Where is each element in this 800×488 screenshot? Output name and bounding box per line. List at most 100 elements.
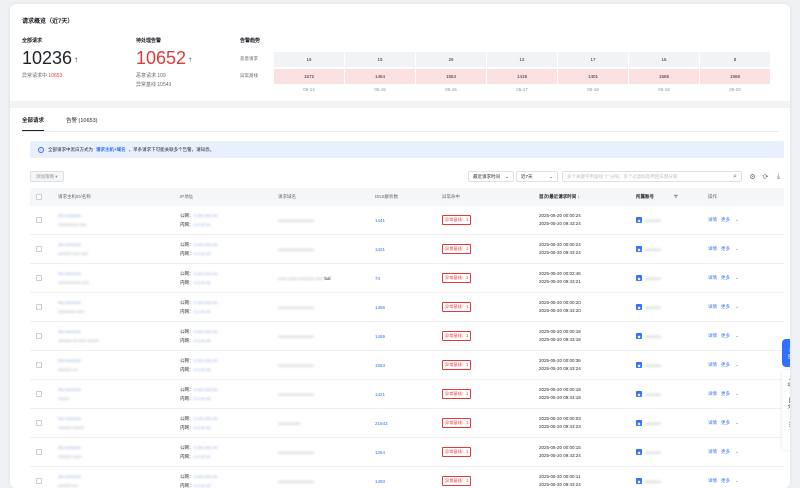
dns-count[interactable]: 1421	[369, 247, 436, 252]
dns-count[interactable]: 1493	[369, 479, 436, 484]
host-cell: ins-xxxxxxx xxxxxx-xx-xxx-xxxxx	[52, 327, 174, 345]
table-row[interactable]: ins-xxxxxxx xxxxxx-xxx-xxx 公网：x.xxx.xxx.xx…	[30, 235, 784, 264]
tab-all-requests[interactable]: 全部请求	[22, 116, 45, 131]
host-id-link[interactable]: ins-xxxxxxx	[58, 385, 81, 394]
chevron-down-icon: ⌄	[735, 478, 740, 483]
pending-alarms-value: 10652 ↑	[136, 48, 192, 69]
row-checkbox-cell	[30, 246, 52, 252]
detail-link[interactable]: 详情	[708, 362, 717, 367]
table-row[interactable]: ins-xxxxxxx xxxxxx-xx 公网：x.xxx.xxx.xx 内网：x.…	[30, 351, 784, 380]
host-id-link[interactable]: ins-xxxxxxx	[58, 443, 81, 452]
ip-cell: 公网：x.xxx.xxx.xx 内网：x.x.xx.xx	[174, 269, 272, 287]
host-id-link[interactable]: ins-xxxxxxx	[58, 211, 81, 220]
more-menu[interactable]: 更多 ⌄	[721, 391, 743, 396]
dns-count[interactable]: 1264	[369, 450, 436, 455]
dns-count[interactable]: 1469	[369, 334, 436, 339]
detail-link[interactable]: 详情	[708, 420, 717, 425]
host-id-link[interactable]: ins-xxxxxxx	[58, 240, 81, 249]
chevron-down-icon: ⌄	[735, 420, 740, 425]
host-id-link[interactable]: ins-xxxxxxx	[58, 327, 81, 336]
domain-cell: xxxxxxxxxxxxxxxx	[272, 305, 369, 310]
host-id-link[interactable]: ins-xxxxxxx	[58, 472, 81, 481]
detail-link[interactable]: 详情	[708, 449, 717, 454]
more-menu[interactable]: 更多 ⌄	[721, 275, 743, 280]
pending-alarms-number: 10652	[136, 48, 187, 68]
detail-link[interactable]: 详情	[708, 304, 717, 309]
add-policy-button[interactable]: 添加策略 ▾	[30, 171, 64, 182]
consult-button[interactable]: ☏ 咨询	[782, 339, 790, 367]
row-checkbox[interactable]	[36, 246, 42, 252]
refresh-icon[interactable]: ⟳	[761, 172, 770, 181]
detail-link[interactable]: 详情	[708, 275, 717, 280]
row-checkbox[interactable]	[36, 275, 42, 281]
requests-table: 请求主机ID/名称 IP地址 请求域名 DNS解析数 异常命中 首次/最近请求时…	[30, 188, 784, 488]
table-row[interactable]: ins-xxxxxxx xxxxxx-xxxx 公网：x.xxx.xxx.xx 内网：…	[30, 438, 784, 467]
row-checkbox[interactable]	[36, 420, 42, 426]
dns-count[interactable]: 21643	[369, 421, 436, 426]
row-checkbox[interactable]	[36, 333, 42, 339]
select-all-checkbox[interactable]	[36, 194, 42, 200]
row-checkbox[interactable]	[36, 362, 42, 368]
detail-link[interactable]: 详情	[708, 217, 717, 222]
row-checkbox[interactable]	[36, 304, 42, 310]
row-checkbox[interactable]	[36, 449, 42, 455]
more-label: 更多	[721, 478, 730, 483]
table-row[interactable]: ins-xxxxxxx xxxxxx-xxxxx 公网：x.xxx.xxx.xx 内网…	[30, 409, 784, 438]
more-menu[interactable]: 更多 ⌄	[721, 246, 743, 251]
actions-cell: 详情 更多 ⌄	[702, 304, 784, 310]
dns-count[interactable]: 74	[369, 276, 436, 281]
host-id-link[interactable]: ins-xxxxxxx	[58, 414, 81, 423]
settings-icon[interactable]: ⚙	[748, 172, 757, 181]
more-menu[interactable]: 更多 ⌄	[721, 333, 743, 338]
time-cell: 2025-05-20 00:00:24 2025-05-20 09:43:24	[533, 241, 630, 258]
request-domain: xxxxxxxxxxxxxxxx	[278, 362, 314, 368]
table-row[interactable]: ins-xxxxxxx xxxxxxxxxx-xxx 公网：x.xxx.xxx.xx…	[30, 264, 784, 293]
sort-field-value: 最近请求时间	[473, 173, 500, 179]
more-menu[interactable]: 更多 ⌄	[721, 217, 743, 222]
search-placeholder: 多个关键字用竖线 "|" 分隔，多个过滤标签用回车键分隔	[567, 173, 678, 179]
sort-field-select[interactable]: 最近请求时间 ⌄	[468, 171, 514, 182]
dns-count[interactable]: 1456	[369, 305, 436, 310]
more-menu[interactable]: 更多 ⌄	[721, 362, 743, 367]
detail-link[interactable]: 详情	[708, 333, 717, 338]
detail-link[interactable]: 详情	[708, 246, 717, 251]
actions-cell: 详情 更多 ⌄	[702, 217, 784, 223]
abnormal-cell: 异常基线：1	[436, 215, 533, 225]
dns-count[interactable]: 1553	[369, 363, 436, 368]
public-ip: x.xxx.xxx.xx	[193, 329, 218, 334]
detail-link[interactable]: 详情	[708, 391, 717, 396]
row-checkbox[interactable]	[36, 391, 42, 397]
dns-count[interactable]: 1421	[369, 392, 436, 397]
domain-cell: xxxxxxxxxxxxxxxx	[272, 363, 369, 368]
more-menu[interactable]: 更多 ⌄	[721, 478, 743, 483]
menu-button[interactable]: ☰	[782, 414, 790, 436]
table-row[interactable]: ins-xxxxxxx xxxxxxxx-xxx 公网：x.xxx.xxx.xx 内网…	[30, 293, 784, 322]
table-row[interactable]: ins-xxxxxxx xxxxx 公网：x.xxx.xxx.xx 内网：x.x.xx…	[30, 380, 784, 409]
table-row[interactable]: ins-xxxxxxx xxxxxxxxx-xxx 公网：x.xxx.xxx.xx 内…	[30, 206, 784, 235]
table-row[interactable]: ins-xxxxxxx xxxxxx-xx 公网：x.xxx.xxx.xx 内网：x.…	[30, 467, 784, 488]
baseline-tag: 异常基线：1	[442, 389, 472, 399]
dynamic-button[interactable]: ☁ 动态	[782, 370, 790, 392]
banner-link[interactable]: 请求主机+域名	[96, 147, 126, 153]
search-input[interactable]: 多个关键字用竖线 "|" 分隔，多个过滤标签用回车键分隔 ⌕	[562, 171, 742, 182]
table-row[interactable]: ins-xxxxxxx xxxxxx-xx-xxx-xxxxx 公网：x.xxx.x…	[30, 322, 784, 351]
last-request-time: 2025-05-20 09:43:18	[539, 395, 581, 400]
row-checkbox[interactable]	[36, 217, 42, 223]
docs-button[interactable]: ▤ 文档	[782, 392, 790, 414]
download-icon[interactable]: ⤓	[774, 172, 783, 181]
time-cell: 2025-05-20 00:00:24 2025-05-20 09:43:24	[533, 212, 630, 229]
search-icon[interactable]: ⌕	[733, 173, 737, 181]
filter-icon[interactable]: ⛛	[674, 194, 678, 199]
tab-alarms[interactable]: 告警 (10653)	[66, 116, 98, 131]
more-menu[interactable]: 更多 ⌄	[721, 449, 743, 454]
host-id-link[interactable]: ins-xxxxxxx	[58, 269, 81, 278]
more-menu[interactable]: 更多 ⌄	[721, 420, 743, 425]
row-checkbox[interactable]	[36, 478, 42, 484]
detail-link[interactable]: 详情	[708, 478, 717, 483]
header-time[interactable]: 首次/最近请求时间 ↓	[533, 194, 630, 200]
dns-count[interactable]: 1441	[369, 218, 436, 223]
time-range-select[interactable]: 近7天 ⌄	[516, 171, 558, 182]
more-menu[interactable]: 更多 ⌄	[721, 304, 743, 309]
host-id-link[interactable]: ins-xxxxxxx	[58, 356, 81, 365]
host-id-link[interactable]: ins-xxxxxxx	[58, 298, 81, 307]
